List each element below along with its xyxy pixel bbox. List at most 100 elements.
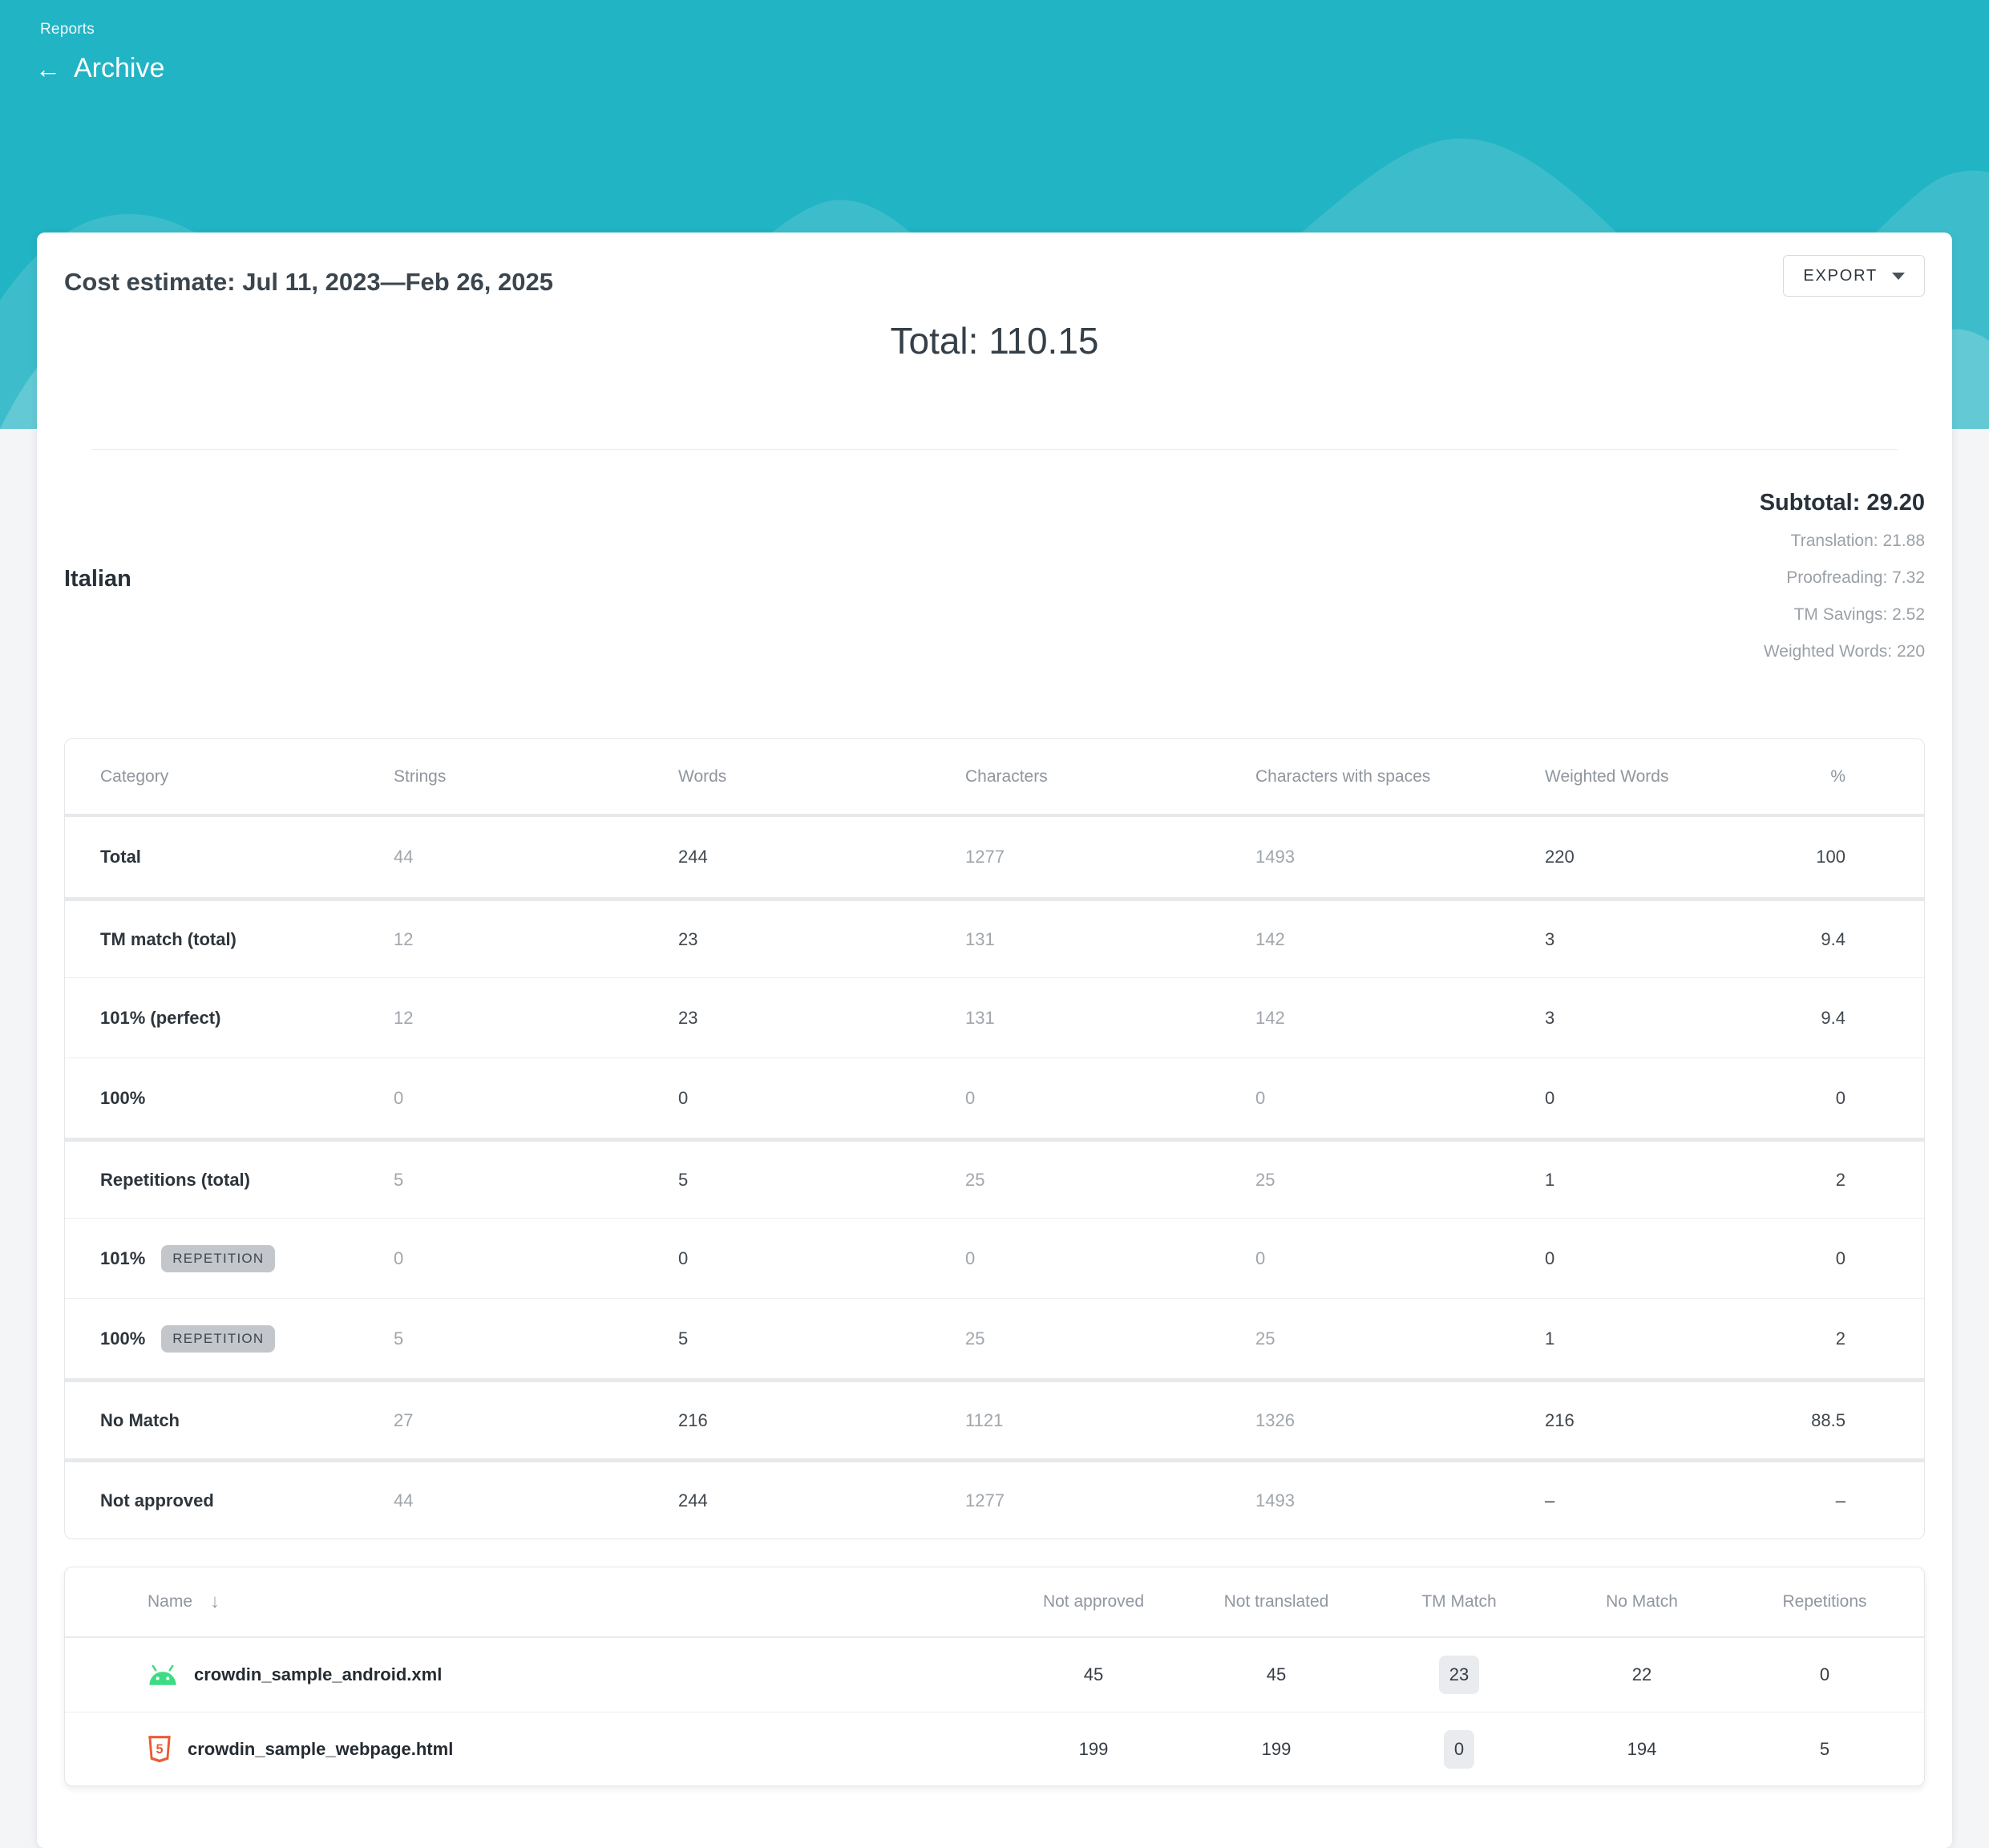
cell-characters: 131 bbox=[965, 1008, 1255, 1029]
cell-words: 0 bbox=[678, 1248, 965, 1269]
breadcrumb[interactable]: Reports bbox=[40, 21, 95, 38]
cell-words: 5 bbox=[678, 1328, 965, 1349]
subtotal-proofreading: Proofreading: 7.32 bbox=[64, 560, 1925, 596]
cell-characters: 1121 bbox=[965, 1410, 1255, 1431]
cell-weighted-words: – bbox=[1545, 1490, 1772, 1511]
row-category: Repetitions (total) bbox=[100, 1170, 394, 1191]
cell-tm-match: 23 bbox=[1368, 1656, 1550, 1694]
table-row: No Match 27 216 1121 1326 216 88.5 bbox=[65, 1378, 1924, 1458]
row-category: No Match bbox=[100, 1410, 394, 1431]
cell-characters: 1277 bbox=[965, 1490, 1255, 1511]
cell-words: 0 bbox=[678, 1088, 965, 1109]
col-header-words: Words bbox=[678, 767, 965, 787]
col-header-weighted-words: Weighted Words bbox=[1545, 767, 1772, 787]
cell-repetitions: 5 bbox=[1733, 1739, 1916, 1760]
cell-no-match: 22 bbox=[1550, 1664, 1733, 1685]
table-row: 101% (perfect) 12 23 131 142 3 9.4 bbox=[65, 977, 1924, 1057]
report-title: Cost estimate: Jul 11, 2023—Feb 26, 2025 bbox=[64, 268, 1925, 297]
table-row: 100% REPETITION 5 5 25 25 1 2 bbox=[65, 1298, 1924, 1378]
cell-characters: 131 bbox=[965, 929, 1255, 950]
cell-tm-match: 0 bbox=[1368, 1730, 1550, 1769]
cell-characters-with-spaces: 142 bbox=[1255, 1008, 1545, 1029]
cell-not-translated: 199 bbox=[1185, 1739, 1368, 1760]
cell-strings: 5 bbox=[394, 1170, 678, 1191]
col-header-characters: Characters bbox=[965, 767, 1255, 787]
cell-strings: 0 bbox=[394, 1248, 678, 1269]
language-subtotal: Subtotal: 29.20 bbox=[64, 490, 1925, 516]
cell-strings: 27 bbox=[394, 1410, 678, 1431]
subtotal-weighted-words: Weighted Words: 220 bbox=[64, 633, 1925, 670]
cell-words: 23 bbox=[678, 929, 965, 950]
export-button[interactable]: EXPORT bbox=[1783, 255, 1925, 297]
cell-characters-with-spaces: 25 bbox=[1255, 1328, 1545, 1349]
files-table: Name ↓ Not approved Not translated TM Ma… bbox=[64, 1567, 1925, 1786]
cell-percent: 0 bbox=[1772, 1088, 1845, 1109]
html5-file-icon: 5 bbox=[148, 1736, 172, 1763]
col-header-strings: Strings bbox=[394, 767, 678, 787]
subtotal-tm-savings: TM Savings: 2.52 bbox=[64, 596, 1925, 633]
cell-characters-with-spaces: 1493 bbox=[1255, 1490, 1545, 1511]
cell-words: 5 bbox=[678, 1170, 965, 1191]
cell-strings: 44 bbox=[394, 1490, 678, 1511]
col-header-name[interactable]: Name ↓ bbox=[148, 1591, 1002, 1613]
arrow-left-icon[interactable]: ← bbox=[35, 56, 61, 82]
cell-characters-with-spaces: 25 bbox=[1255, 1170, 1545, 1191]
table-row: 100% 0 0 0 0 0 0 bbox=[65, 1057, 1924, 1138]
cell-percent: 9.4 bbox=[1772, 929, 1845, 950]
row-category: 101% REPETITION bbox=[100, 1245, 394, 1272]
col-header-characters-with-spaces: Characters with spaces bbox=[1255, 767, 1545, 787]
cell-percent: 9.4 bbox=[1772, 1008, 1845, 1029]
cell-strings: 12 bbox=[394, 1008, 678, 1029]
col-header-tm-match[interactable]: TM Match bbox=[1368, 1592, 1550, 1611]
cell-characters-with-spaces: 1326 bbox=[1255, 1410, 1545, 1431]
page-title: Archive bbox=[74, 53, 164, 84]
row-category: 101% (perfect) bbox=[100, 1008, 394, 1029]
cell-strings: 44 bbox=[394, 847, 678, 867]
file-name[interactable]: crowdin_sample_android.xml bbox=[194, 1664, 442, 1685]
file-row[interactable]: crowdin_sample_android.xml 45 45 23 22 0 bbox=[65, 1638, 1924, 1712]
svg-text:5: 5 bbox=[156, 1742, 163, 1757]
files-table-body: crowdin_sample_android.xml 45 45 23 22 0… bbox=[65, 1638, 1924, 1785]
subtotal-details: Translation: 21.88 Proofreading: 7.32 TM… bbox=[64, 523, 1925, 670]
cell-characters: 25 bbox=[965, 1328, 1255, 1349]
cell-percent: 88.5 bbox=[1772, 1410, 1845, 1431]
cell-percent: 0 bbox=[1772, 1248, 1845, 1269]
col-header-not-translated[interactable]: Not translated bbox=[1185, 1592, 1368, 1611]
cell-no-match: 194 bbox=[1550, 1739, 1733, 1760]
language-section: Subtotal: 29.20 Translation: 21.88 Proof… bbox=[37, 450, 1952, 670]
col-header-no-match[interactable]: No Match bbox=[1550, 1592, 1733, 1611]
cell-characters: 0 bbox=[965, 1088, 1255, 1109]
col-header-repetitions[interactable]: Repetitions bbox=[1733, 1592, 1916, 1611]
row-category: TM match (total) bbox=[100, 929, 394, 950]
subtotal-translation: Translation: 21.88 bbox=[64, 523, 1925, 560]
cell-words: 216 bbox=[678, 1410, 965, 1431]
cost-table-body: Total 44 244 1277 1493 220 100 TM match … bbox=[65, 817, 1924, 1539]
cost-table: Category Strings Words Characters Charac… bbox=[64, 738, 1925, 1539]
table-row: 101% REPETITION 0 0 0 0 0 0 bbox=[65, 1218, 1924, 1298]
cell-characters: 1277 bbox=[965, 847, 1255, 867]
table-row: Repetitions (total) 5 5 25 25 1 2 bbox=[65, 1138, 1924, 1218]
file-name[interactable]: crowdin_sample_webpage.html bbox=[188, 1739, 453, 1760]
arrow-down-icon[interactable]: ↓ bbox=[210, 1591, 220, 1613]
repetition-badge: REPETITION bbox=[161, 1245, 275, 1272]
report-card: Cost estimate: Jul 11, 2023—Feb 26, 2025… bbox=[37, 233, 1952, 1848]
tm-match-pill: 0 bbox=[1444, 1730, 1474, 1769]
cell-weighted-words: 0 bbox=[1545, 1088, 1772, 1109]
cell-not-translated: 45 bbox=[1185, 1664, 1368, 1685]
row-category: Not approved bbox=[100, 1490, 394, 1511]
cell-strings: 12 bbox=[394, 929, 678, 950]
cell-weighted-words: 3 bbox=[1545, 1008, 1772, 1029]
cell-words: 244 bbox=[678, 1490, 965, 1511]
col-header-not-approved[interactable]: Not approved bbox=[1002, 1592, 1185, 1611]
cell-weighted-words: 3 bbox=[1545, 929, 1772, 950]
cell-percent: 2 bbox=[1772, 1170, 1845, 1191]
cell-weighted-words: 0 bbox=[1545, 1248, 1772, 1269]
table-row: TM match (total) 12 23 131 142 3 9.4 bbox=[65, 897, 1924, 977]
row-category: Total bbox=[100, 847, 394, 867]
cell-characters-with-spaces: 142 bbox=[1255, 929, 1545, 950]
file-row[interactable]: 5 crowdin_sample_webpage.html 199 199 0 … bbox=[65, 1712, 1924, 1785]
table-row: Total 44 244 1277 1493 220 100 bbox=[65, 817, 1924, 897]
cell-strings: 5 bbox=[394, 1328, 678, 1349]
cell-weighted-words: 216 bbox=[1545, 1410, 1772, 1431]
cell-words: 244 bbox=[678, 847, 965, 867]
